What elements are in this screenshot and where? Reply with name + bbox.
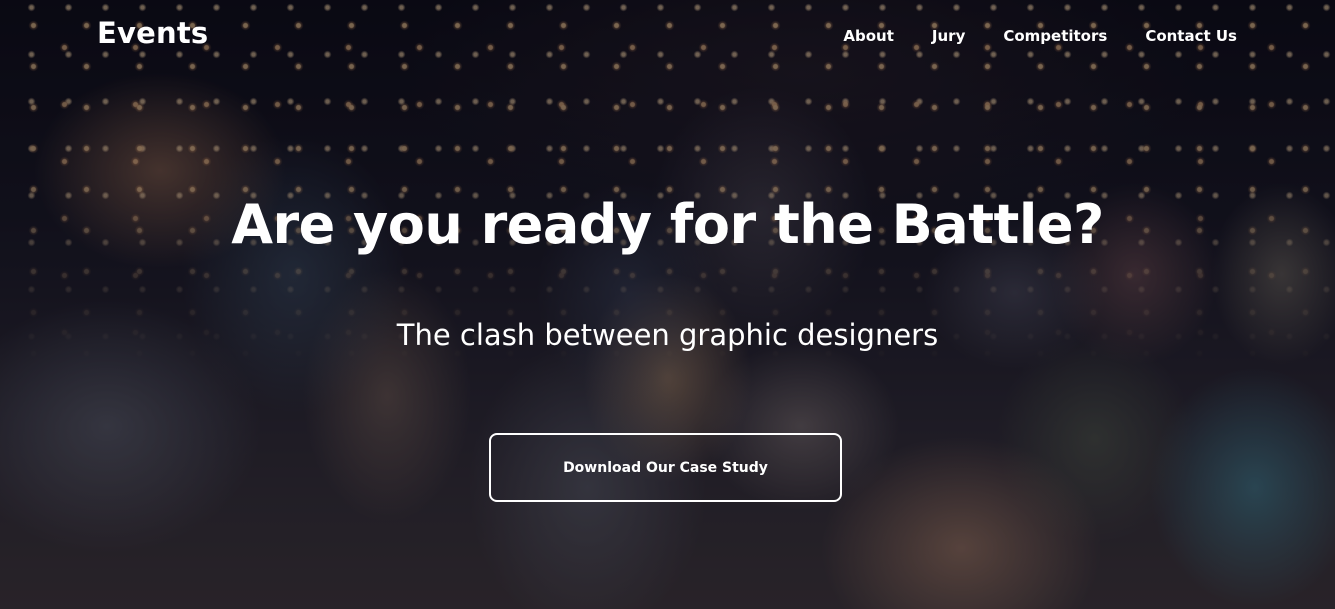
nav-link-competitors[interactable]: Competitors <box>1003 27 1107 45</box>
hero-section: Events About Jury Competitors Contact Us… <box>0 0 1335 609</box>
hero-subtitle: The clash between graphic designers <box>396 318 939 352</box>
site-logo[interactable]: Events <box>97 16 208 50</box>
nav-link-contact-us[interactable]: Contact Us <box>1145 27 1237 45</box>
nav-link-about[interactable]: About <box>843 27 894 45</box>
hero-overlay <box>0 0 1335 609</box>
site-header: Events About Jury Competitors Contact Us <box>0 0 1335 74</box>
nav-link-jury[interactable]: Jury <box>932 27 965 45</box>
download-case-study-button[interactable]: Download Our Case Study <box>489 433 842 502</box>
main-nav: About Jury Competitors Contact Us <box>843 27 1237 45</box>
hero-title: Are you ready for the Battle? <box>231 193 1104 256</box>
